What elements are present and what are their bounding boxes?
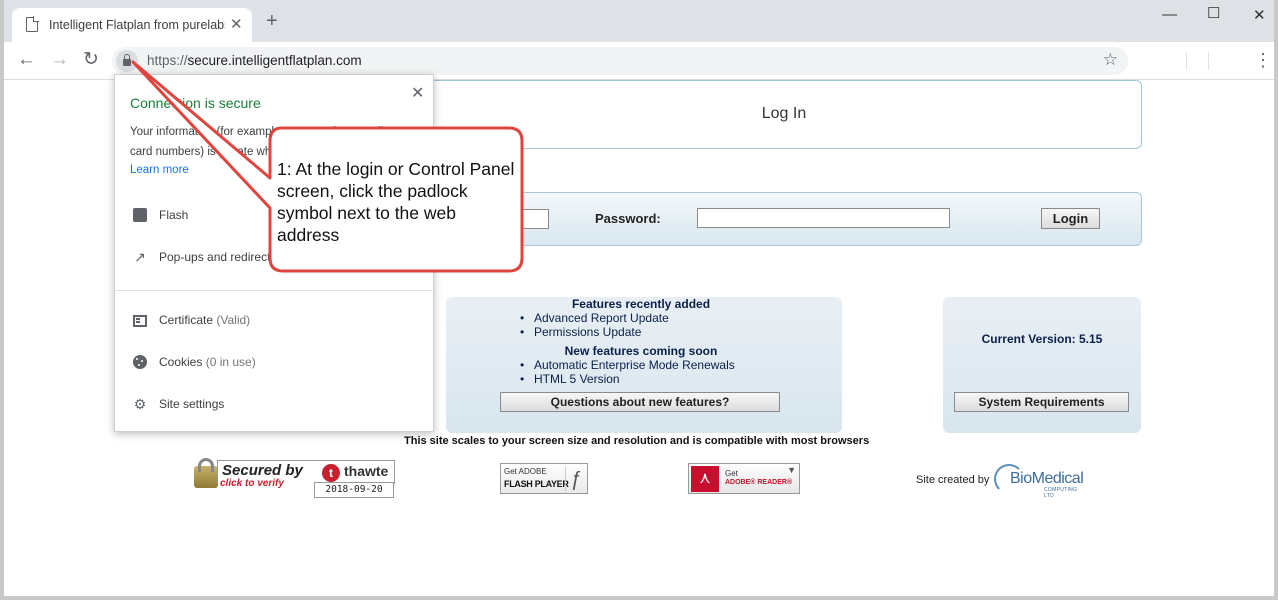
get-adobe-reader-badge[interactable]: ⋏ Get ADOBE® READER® ▼ [688,463,800,494]
list-item: HTML 5 Version [520,372,620,386]
login-form: Password: Login [426,192,1142,246]
biomedical-name: BioMedical [1010,470,1084,487]
certificate-label: Certificate (Valid) [159,313,251,327]
site-created-by: Site created by [916,474,990,486]
maximize-button[interactable]: ☐ [1207,4,1220,22]
cookie-icon [131,353,149,371]
address-bar[interactable]: https://secure.intelligentflatplan.com ☆ [112,47,1128,75]
new-tab-button[interactable]: + [266,11,278,31]
browser-menu-icon[interactable]: ⋮ [1254,50,1272,70]
biomedical-sub: COMPUTING LTD [1044,487,1078,499]
title-bar: Intelligent Flatplan from purelabs ✕ + —… [4,0,1274,42]
padlock-badge-icon [194,458,218,488]
toolbar-divider [1208,52,1209,70]
external-link-icon: ↗ [134,249,146,265]
username-field[interactable] [513,209,549,229]
browser-tab[interactable]: Intelligent Flatplan from purelabs ✕ [12,8,252,42]
click-to-verify[interactable]: click to verify [220,478,284,489]
minimize-button[interactable]: — [1162,6,1177,23]
compatibility-note: This site scales to your screen size and… [404,435,870,447]
adobe-reader-logo-icon: ⋏ [691,466,719,492]
browser-window: Intelligent Flatplan from purelabs ✕ + —… [0,0,1278,600]
seal-date: 2018-09-20 [314,482,394,498]
features-panel: Features recently added Advanced Report … [446,297,842,433]
popup-divider [115,290,435,291]
recent-features-heading: Features recently added [571,297,711,311]
forward-button[interactable]: → [50,50,69,70]
flash-get-text: Get ADOBE [504,467,547,476]
questions-button[interactable]: Questions about new features? [500,392,780,412]
password-field[interactable] [697,208,950,228]
thawte-seal[interactable]: Secured by t thawte click to verify 2018… [194,458,395,498]
download-arrow-icon: ▼ [787,465,796,475]
flash-label: Flash [159,208,189,222]
reader-name-text: ADOBE® READER® [725,479,793,486]
secured-by-text: Secured by [222,462,303,479]
url-text[interactable]: https://secure.intelligentflatplan.com [147,53,362,68]
tab-close-icon[interactable]: ✕ [230,15,243,33]
bookmark-star-icon[interactable]: ☆ [1103,50,1118,70]
learn-more-link[interactable]: Learn more [130,164,189,176]
reader-get-text: Get [725,469,738,478]
cookies-row[interactable]: Cookies (0 in use) [115,345,435,379]
list-item: Automatic Enterprise Mode Renewals [520,358,735,372]
callout-text: 1: At the login or Control Panel screen,… [277,159,515,245]
login-title: Log In [761,105,807,122]
thawte-logo-icon: t [322,464,340,482]
connection-description: Your information (for example, passwords… [130,126,388,158]
password-label: Password: [595,211,661,226]
padlock-icon[interactable] [116,50,138,72]
system-requirements-button[interactable]: System Requirements [954,392,1129,412]
popup-close-icon[interactable]: ✕ [411,83,424,103]
page-icon [26,16,39,32]
upcoming-features-heading: New features coming soon [564,344,718,358]
flash-logo-icon: ƒ [565,467,585,491]
site-settings-row[interactable]: ⚙ Site settings [115,387,435,421]
site-settings-label: Site settings [159,397,225,411]
tab-title: Intelligent Flatplan from purelabs [49,18,225,32]
list-item: Advanced Report Update [520,311,669,325]
puzzle-icon [131,206,149,224]
window-close-button[interactable]: ✕ [1253,6,1266,24]
connection-status: Connection is secure [130,95,261,111]
flash-name-text: FLASH PLAYER [504,479,569,489]
popups-label: Pop-ups and redirects [159,250,277,264]
site-info-popup: Connection is secure ✕ Your information … [114,74,435,432]
get-flash-player-badge[interactable]: Get ADOBE FLASH PLAYER ƒ [500,463,588,494]
list-item: Permissions Update [520,325,641,339]
toolbar-divider [1186,52,1187,70]
login-button[interactable]: Login [1041,208,1100,229]
certificate-row[interactable]: Certificate (Valid) [115,303,435,337]
version-panel: Current Version: 5.15 System Requirement… [943,297,1141,433]
current-version: Current Version: 5.15 [981,332,1103,346]
back-button[interactable]: ← [17,50,36,70]
login-header-box: Log In [426,80,1142,149]
reload-button[interactable]: ↻ [83,50,99,70]
certificate-icon [131,311,149,329]
biomedical-logo[interactable]: BioMedical COMPUTING LTD [994,464,1086,499]
thawte-brand: thawte [344,463,389,479]
cookies-label: Cookies (0 in use) [159,355,256,369]
gear-icon: ⚙ [133,396,147,412]
